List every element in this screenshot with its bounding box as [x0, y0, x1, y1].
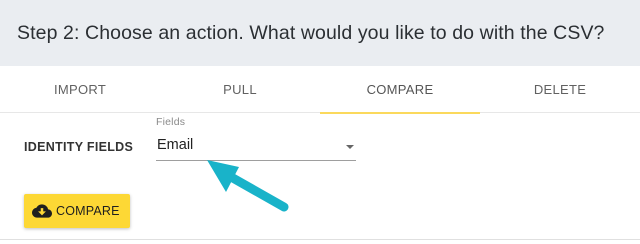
identity-fields-label: IDENTITY FIELDS — [24, 140, 134, 154]
compare-button-label: COMPARE — [56, 204, 120, 218]
cloud-download-icon — [32, 203, 52, 219]
tab-delete[interactable]: DELETE — [480, 66, 640, 113]
tab-import[interactable]: IMPORT — [0, 66, 160, 113]
pointer-arrow-icon — [207, 160, 289, 212]
chevron-down-icon — [346, 145, 354, 149]
tab-compare-label: COMPARE — [366, 82, 434, 97]
fields-caption: Fields — [156, 116, 186, 128]
tab-import-label: IMPORT — [53, 82, 107, 97]
action-tabs: IMPORT PULL COMPARE DELETE — [0, 66, 640, 114]
tab-pull-label: PULL — [223, 82, 257, 97]
compare-panel: IDENTITY FIELDS Fields Email COMPARE — [0, 114, 640, 240]
fields-select-value: Email — [157, 137, 194, 153]
compare-button[interactable]: COMPARE — [24, 194, 130, 228]
step-header: Step 2: Choose an action. What would you… — [0, 0, 640, 66]
tab-compare[interactable]: COMPARE — [320, 66, 480, 114]
tab-delete-label: DELETE — [533, 82, 587, 97]
tab-pull[interactable]: PULL — [160, 66, 320, 113]
step-title: Step 2: Choose an action. What would you… — [17, 21, 605, 44]
